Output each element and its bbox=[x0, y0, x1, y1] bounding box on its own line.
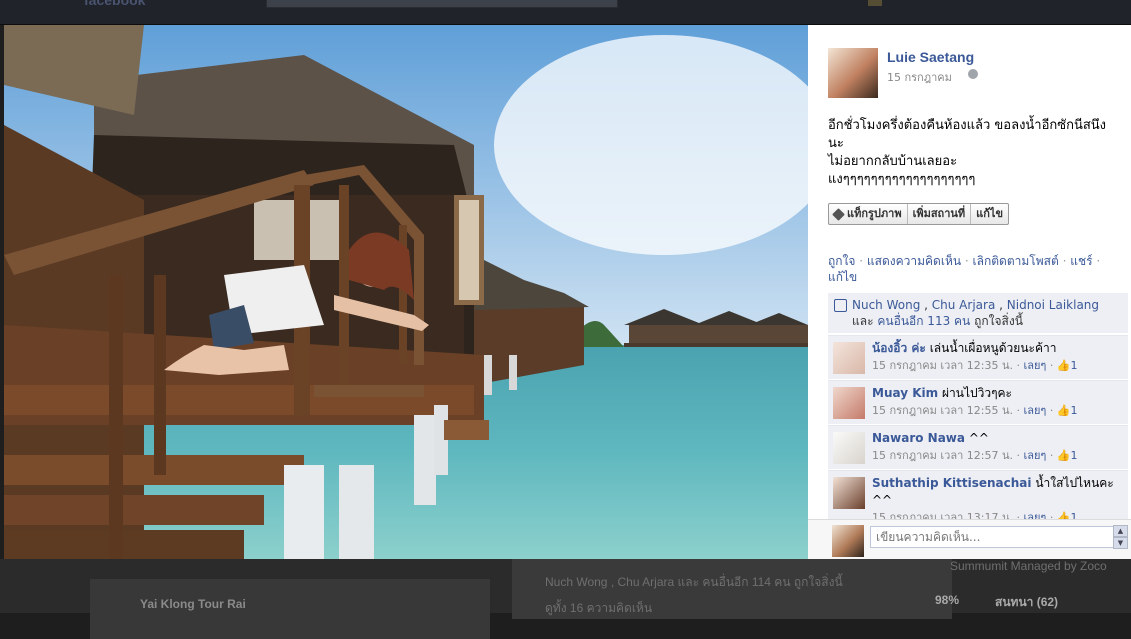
comment-item: น้องอิ้ว ค่ะ เล่นน้ำเผื่อหนูด้วยนะค้าา 1… bbox=[828, 335, 1128, 379]
comment-like-link[interactable]: เลยๆ bbox=[1023, 404, 1046, 417]
edit-button[interactable]: แก้ไข bbox=[971, 204, 1008, 224]
comment-time[interactable]: 15 กรกฎาคม เวลา 12:57 น. bbox=[872, 449, 1013, 462]
comment-like-link[interactable]: เลยๆ bbox=[1023, 359, 1046, 372]
photo-button-group: แท็กรูปภาพ เพิ่มสถานที่ แก้ไข bbox=[828, 203, 1009, 225]
other-likers-link[interactable]: คนอื่นอีก 113 คน bbox=[877, 314, 970, 328]
tag-photo-label: แท็กรูปภาพ bbox=[847, 207, 902, 220]
author-avatar[interactable] bbox=[828, 48, 878, 98]
battery-indicator: 98% bbox=[935, 593, 960, 607]
caption-line: นะ bbox=[828, 136, 844, 151]
comment-text: ผ่านไปวิวๆคะ bbox=[941, 386, 1012, 400]
comment-text: เล่นน้ำเผื่อหนูด้วยนะค้าา bbox=[929, 341, 1057, 355]
commenter-avatar[interactable] bbox=[833, 387, 865, 419]
comment-composer: เขียนความคิดเห็น... ▲ ▼ bbox=[808, 519, 1131, 559]
background-page: Nuch Wong , Chu Arjara และ คนอื่นอีก 114… bbox=[0, 559, 1131, 639]
comment-link[interactable]: แสดงความคิดเห็น bbox=[867, 254, 961, 268]
comment-time[interactable]: 15 กรกฎาคม เวลา 12:55 น. bbox=[872, 404, 1013, 417]
separator: · bbox=[964, 254, 973, 268]
comment-like-count[interactable]: 1 bbox=[1071, 359, 1078, 372]
background-comments-line: ดูทั้ง 16 ความคิดเห็น bbox=[545, 601, 653, 615]
liker-name[interactable]: Nuch Wong bbox=[852, 298, 920, 312]
comment-text: ^^ bbox=[968, 431, 989, 445]
background-side-text: Summumit Managed by Zoco bbox=[950, 559, 1107, 573]
liker-name[interactable]: Nidnoi Laiklang bbox=[1007, 298, 1099, 312]
separator: · bbox=[859, 254, 867, 268]
photo[interactable] bbox=[4, 25, 808, 559]
likes-suffix: ถูกใจสิ่งนี้ bbox=[974, 314, 1023, 328]
background-like-line: Nuch Wong , Chu Arjara และ คนอื่นอีก 114… bbox=[545, 575, 843, 589]
chat-bar[interactable]: สนทนา (62) bbox=[995, 593, 1058, 612]
liker-name[interactable]: Chu Arjara bbox=[932, 298, 996, 312]
thumbs-up-icon: 👍 bbox=[1056, 449, 1071, 462]
comment-meta: 15 กรกฎาคม เวลา 12:55 น. · เลยๆ · 👍1 bbox=[872, 404, 1078, 417]
comment-input[interactable]: เขียนความคิดเห็น... bbox=[870, 526, 1115, 548]
commenter-avatar[interactable] bbox=[833, 477, 865, 509]
comment-meta: 15 กรกฎาคม เวลา 12:57 น. · เลยๆ · 👍1 bbox=[872, 449, 1078, 462]
comment-like-count[interactable]: 1 bbox=[1071, 449, 1078, 462]
search-bar[interactable] bbox=[266, 0, 618, 8]
tag-icon bbox=[832, 207, 845, 221]
post-actions: ถูกใจ · แสดงความคิดเห็น · เลิกติดตามโพสต… bbox=[828, 253, 1128, 285]
add-location-button[interactable]: เพิ่มสถานที่ bbox=[908, 204, 972, 224]
commenter-name[interactable]: Muay Kim bbox=[872, 386, 938, 400]
facebook-logo[interactable]: facebook bbox=[84, 0, 145, 8]
likes-and: และ bbox=[852, 314, 874, 328]
photo-info-panel: Luie Saetang 15 กรกฎาคม อีกชั่วโมงครึ่งต… bbox=[808, 25, 1131, 559]
post-date[interactable]: 15 กรกฎาคม bbox=[887, 68, 952, 86]
separator: · bbox=[1096, 254, 1101, 268]
unfollow-link[interactable]: เลิกติดตามโพสต์ bbox=[973, 254, 1059, 268]
commenter-name[interactable]: Suthathip Kittisenachai bbox=[872, 476, 1032, 490]
my-avatar[interactable] bbox=[832, 525, 864, 557]
edit-link[interactable]: แก้ไข bbox=[828, 270, 857, 284]
like-link[interactable]: ถูกใจ bbox=[828, 254, 855, 268]
thumbs-up-icon: 👍 bbox=[1056, 404, 1071, 417]
commenter-avatar[interactable] bbox=[833, 432, 865, 464]
comment-meta: 15 กรกฎาคม เวลา 12:35 น. · เลยๆ · 👍1 bbox=[872, 359, 1078, 372]
top-bar: facebook bbox=[0, 0, 1131, 25]
comment-like-count[interactable]: 1 bbox=[1071, 404, 1078, 417]
scroll-down-arrow[interactable]: ▼ bbox=[1113, 537, 1128, 549]
post-caption: อีกชั่วโมงครึ่งต้องคืนห้องแล้ว ขอลงน้ำอี… bbox=[828, 117, 1130, 189]
tag-photo-button[interactable]: แท็กรูปภาพ bbox=[829, 204, 908, 224]
author-name[interactable]: Luie Saetang bbox=[887, 49, 974, 65]
caption-line: แงๆๆๆๆๆๆๆๆๆๆๆๆๆๆๆๆๆๆๆ bbox=[828, 172, 976, 187]
commenter-avatar[interactable] bbox=[833, 342, 865, 374]
comment-like-link[interactable]: เลยๆ bbox=[1023, 449, 1046, 462]
share-link[interactable]: แชร์ bbox=[1070, 254, 1092, 268]
notification-icon[interactable] bbox=[868, 0, 882, 6]
comment-item: Muay Kim ผ่านไปวิวๆคะ 15 กรกฎาคม เวลา 12… bbox=[828, 380, 1128, 424]
likes-summary: Nuch Wong , Chu Arjara , Nidnoi Laiklang… bbox=[828, 293, 1128, 333]
commenter-name[interactable]: Nawaro Nawa bbox=[872, 431, 965, 445]
comment-item: Suthathip Kittisenachai น้ำใสไปไหนคะ ^^ … bbox=[828, 470, 1128, 524]
thumbs-up-icon bbox=[834, 299, 847, 312]
thumbs-up-icon: 👍 bbox=[1056, 359, 1071, 372]
resort-photo bbox=[4, 25, 808, 559]
globe-icon[interactable] bbox=[968, 69, 978, 79]
comment-time[interactable]: 15 กรกฎาคม เวลา 12:35 น. bbox=[872, 359, 1013, 372]
background-page-name: Yai Klong Tour Rai bbox=[140, 597, 246, 611]
caption-line: ไม่อยากกลับบ้านเลยอะ bbox=[828, 154, 958, 169]
scroll-up-arrow[interactable]: ▲ bbox=[1113, 525, 1128, 537]
comment-item: Nawaro Nawa ^^ 15 กรกฎาคม เวลา 12:57 น. … bbox=[828, 425, 1128, 469]
caption-line: อีกชั่วโมงครึ่งต้องคืนห้องแล้ว ขอลงน้ำอี… bbox=[828, 118, 1107, 133]
commenter-name[interactable]: น้องอิ้ว ค่ะ bbox=[872, 341, 926, 355]
